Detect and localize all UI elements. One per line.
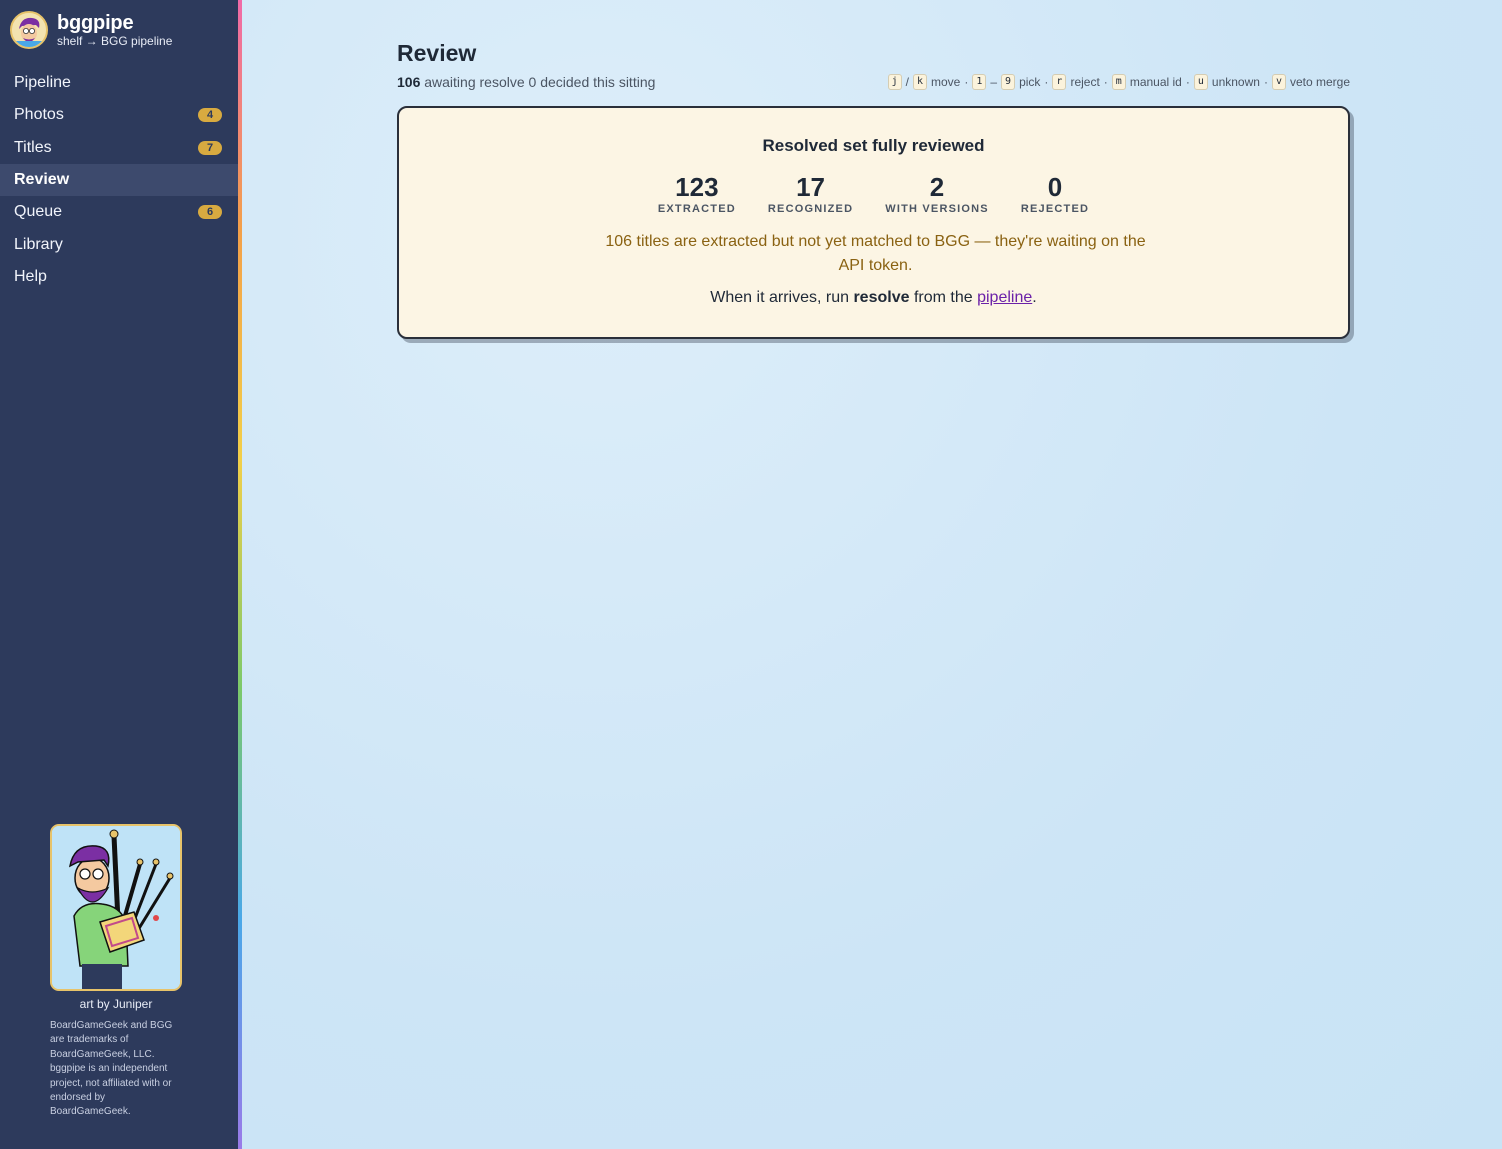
sidebar-item-label: Help — [14, 267, 47, 285]
sidebar-item-library[interactable]: Library — [0, 228, 238, 260]
sidebar-item-label: Pipeline — [14, 74, 71, 92]
separator-dot: · — [1103, 75, 1108, 89]
key-m: m — [1111, 74, 1126, 90]
stat-label: RECOGNIZED — [767, 203, 854, 215]
shortcut-label-veto: veto merge — [1289, 75, 1350, 89]
sidebar-item-review[interactable]: Review — [0, 163, 238, 197]
separator-dot: · — [1044, 75, 1049, 89]
page-title: Review — [397, 40, 477, 66]
stat-value: 2 — [929, 172, 945, 202]
key-1: 1 — [972, 74, 987, 90]
sidebar-item-photos[interactable]: Photos 4 — [0, 99, 238, 131]
review-status: 106 awaiting resolve 0 decided this sitt… — [397, 74, 655, 90]
key-u: u — [1193, 74, 1208, 90]
review-summary-card: Resolved set fully reviewed 123 EXTRACTE… — [397, 106, 1350, 339]
rainbow-divider — [238, 0, 242, 1149]
mascot-illustration — [50, 824, 182, 991]
art-credit: art by Juniper — [79, 997, 153, 1011]
trademark-disclaimer: BoardGameGeek and BGG are trademarks of … — [50, 1020, 173, 1118]
shortcut-label-move: move — [930, 75, 961, 89]
hint-command: resolve — [853, 289, 910, 306]
resolve-hint: When it arrives, run resolve from the pi… — [399, 289, 1348, 307]
stat-label: REJECTED — [1020, 203, 1090, 215]
count-badge: 4 — [198, 108, 222, 123]
stat-recognized: 17 RECOGNIZED — [768, 172, 853, 215]
key-k: k — [912, 74, 927, 90]
shortcut-label-reject: reject — [1070, 75, 1100, 89]
stat-value: 17 — [796, 172, 826, 202]
decided-text: 0 decided this sitting — [528, 74, 656, 90]
stat-label: WITH VERSIONS — [885, 203, 989, 215]
hint-prefix: When it arrives, run — [710, 289, 849, 306]
sidebar-item-label: Photos — [14, 106, 64, 124]
stat-value: 123 — [675, 172, 719, 202]
sidebar-item-label: Titles — [14, 138, 52, 156]
separator-dot: · — [964, 75, 969, 89]
brand-subtitle: shelf → BGG pipeline — [57, 34, 173, 48]
brand[interactable]: bggpipe shelf → BGG pipeline — [10, 11, 172, 49]
pipeline-link[interactable]: pipeline — [977, 289, 1032, 306]
sidebar: bggpipe shelf → BGG pipeline Pipeline Ph… — [0, 0, 238, 1149]
key-range-separator: – — [990, 75, 998, 89]
brand-name: bggpipe — [57, 12, 134, 34]
separator-dot: · — [1185, 75, 1190, 89]
awaiting-text: awaiting resolve — [424, 74, 525, 90]
hint-mid: from the — [913, 289, 973, 306]
stats-row: 123 EXTRACTED 17 RECOGNIZED 2 WITH VERSI… — [399, 172, 1348, 215]
key-separator: / — [905, 75, 909, 89]
shortcut-label-manual: manual id — [1129, 75, 1182, 89]
stat-rejected: 0 REJECTED — [1021, 172, 1089, 215]
sidebar-item-help[interactable]: Help — [0, 261, 238, 293]
shortcut-label-pick: pick — [1019, 75, 1041, 89]
count-badge: 6 — [198, 205, 222, 220]
waiting-message: 106 titles are extracted but not yet mat… — [605, 233, 1146, 274]
awaiting-count: 106 — [397, 74, 421, 90]
key-9: 9 — [1001, 74, 1016, 90]
stat-extracted: 123 EXTRACTED — [658, 172, 736, 215]
hint-suffix: . — [1032, 289, 1037, 306]
sidebar-item-titles[interactable]: Titles 7 — [0, 132, 238, 164]
sidebar-item-queue[interactable]: Queue 6 — [0, 196, 238, 228]
sidebar-item-pipeline[interactable]: Pipeline — [0, 67, 238, 99]
keyboard-shortcuts: j / k move · 1 – 9 pick · r reject · m m… — [887, 74, 1350, 90]
sidebar-item-label: Library — [14, 235, 63, 253]
stat-with-versions: 2 WITH VERSIONS — [885, 172, 989, 215]
sidebar-item-label: Queue — [14, 203, 63, 221]
shortcut-label-unknown: unknown — [1211, 75, 1260, 89]
stat-label: EXTRACTED — [657, 203, 736, 215]
key-j: j — [887, 74, 902, 90]
key-r: r — [1052, 74, 1067, 90]
sidebar-item-label: Review — [14, 171, 70, 189]
separator-dot: · — [1263, 75, 1268, 89]
brand-avatar — [10, 11, 48, 49]
sidebar-nav: Pipeline Photos 4 Titles 7 Review Queue … — [0, 67, 238, 293]
card-title: Resolved set fully reviewed — [762, 136, 985, 155]
stat-value: 0 — [1047, 172, 1063, 202]
count-badge: 7 — [198, 140, 222, 155]
key-v: v — [1271, 74, 1286, 90]
